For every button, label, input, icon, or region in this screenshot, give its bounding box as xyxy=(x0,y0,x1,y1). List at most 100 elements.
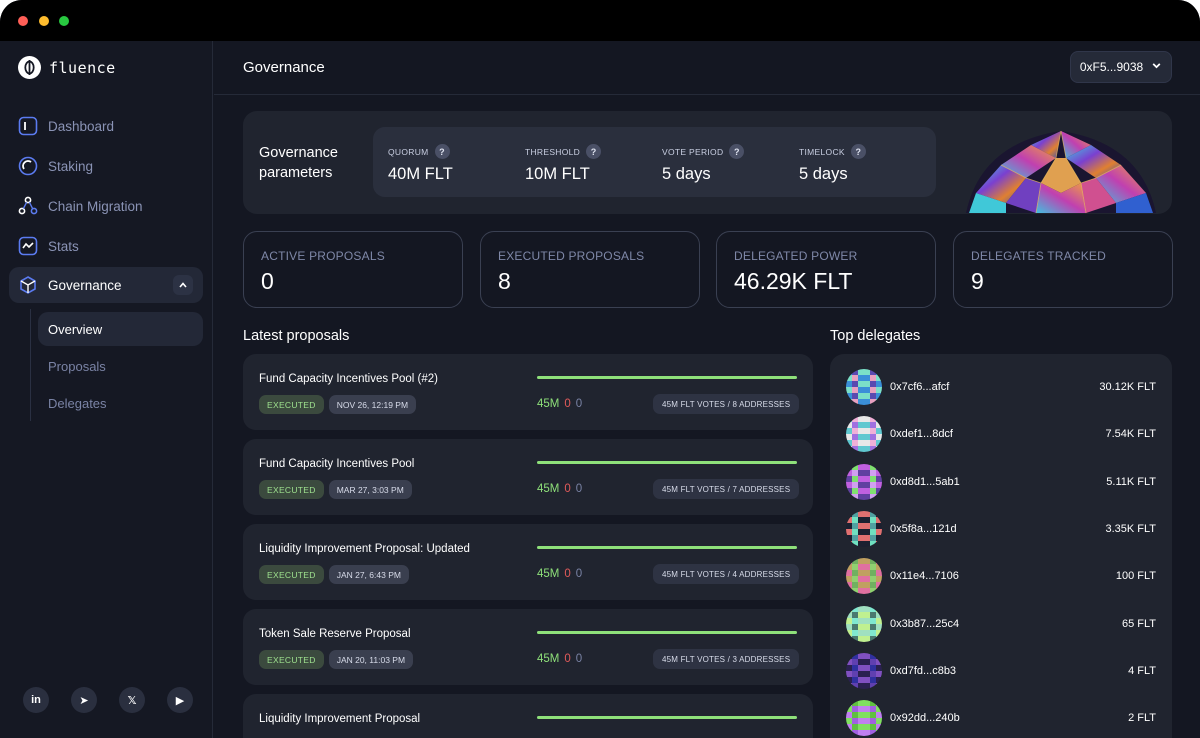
avatar xyxy=(846,369,882,405)
governance-parameters-card: Governance parameters QUORUM? 40M FLT TH… xyxy=(243,111,1172,214)
sidebar-item-label: Staking xyxy=(48,158,94,174)
youtube-icon[interactable]: ▶ xyxy=(167,687,193,713)
date-badge: MAR 27, 3:03 PM xyxy=(328,480,412,499)
proposal-card[interactable]: Token Sale Reserve Proposal EXECUTED JAN 2… xyxy=(243,609,813,685)
param-label: VOTE PERIOD xyxy=(662,146,724,157)
stat-delegates-tracked: DELEGATES TRACKED 9 xyxy=(953,231,1173,308)
param-value: 40M FLT xyxy=(388,165,453,183)
date-badge: JAN 27, 6:43 PM xyxy=(328,565,409,584)
logo[interactable]: fluence xyxy=(18,56,116,79)
minimize-window-button[interactable] xyxy=(39,16,49,26)
votes-for: 45M xyxy=(537,483,560,495)
subnav-item-delegates[interactable]: Delegates xyxy=(38,386,203,420)
proposal-card[interactable]: Fund Capacity Incentives Pool (#2) EXECUT… xyxy=(243,354,813,430)
proposal-title: Liquidity Improvement Proposal: Updated xyxy=(259,543,470,555)
chevron-up-icon[interactable] xyxy=(173,275,193,295)
title-bar xyxy=(0,0,1200,41)
votes-for: 45M xyxy=(537,568,560,580)
status-badge: EXECUTED xyxy=(259,650,324,669)
votes-for: 45M xyxy=(537,398,560,410)
delegate-amount: 30.12K FLT xyxy=(1099,381,1156,393)
avatar xyxy=(846,510,882,547)
telegram-icon[interactable]: ➤ xyxy=(71,687,97,713)
votes-abstain: 0 xyxy=(575,483,583,495)
proposal-card[interactable]: Fund Capacity Incentives Pool EXECUTED MAR… xyxy=(243,439,813,515)
help-icon[interactable]: ? xyxy=(850,144,866,159)
proposal-title: Fund Capacity Incentives Pool (#2) xyxy=(259,373,438,385)
votes-abstain: 0 xyxy=(575,568,583,580)
vote-summary: 45M FLT VOTES / 7 ADDRESSES xyxy=(653,479,800,499)
x-twitter-icon[interactable]: 𝕏 xyxy=(119,687,145,713)
governance-icon xyxy=(18,275,38,295)
delegate-address: 0x11e4...7106 xyxy=(890,570,959,583)
param-value: 5 days xyxy=(799,165,848,183)
parameters-title: Governance parameters xyxy=(259,145,338,181)
delegate-row[interactable]: 0x5f8a...121d 3.35K FLT xyxy=(846,510,1156,547)
chevron-down-icon xyxy=(1151,60,1162,74)
proposal-badges: EXECUTED NOV 26, 12:19 PM xyxy=(259,395,417,414)
delegate-row[interactable]: 0x11e4...7106 100 FLT xyxy=(846,558,1156,595)
proposal-badges: EXECUTED JAN 27, 6:43 PM xyxy=(259,565,409,584)
vote-summary: 45M FLT VOTES / 3 ADDRESSES xyxy=(653,649,800,669)
help-icon[interactable]: ? xyxy=(586,144,602,159)
stat-executed-proposals: EXECUTED PROPOSALS 8 xyxy=(480,231,700,308)
maximize-window-button[interactable] xyxy=(59,16,69,26)
votes-against: 0 xyxy=(564,483,571,495)
param-timelock: TIMELOCK? 5 days xyxy=(799,144,866,184)
linkedin-icon[interactable]: in xyxy=(23,687,49,713)
avatar xyxy=(846,605,882,642)
sidebar-item-dashboard[interactable]: Dashboard xyxy=(9,108,203,144)
delegate-row[interactable]: 0x7cf6...afcf 30.12K FLT xyxy=(846,369,1156,405)
proposal-card[interactable]: Liquidity Improvement Proposal: Updated E… xyxy=(243,524,813,600)
avatar xyxy=(846,652,882,689)
wallet-button[interactable]: 0xF5...9038 xyxy=(1070,51,1172,83)
app-window: fluence Dashboard Staking Chain Migratio… xyxy=(0,0,1200,738)
sidebar-item-chain-migration[interactable]: Chain Migration xyxy=(9,188,203,224)
subnav-item-proposals[interactable]: Proposals xyxy=(38,349,203,383)
status-badge: EXECUTED xyxy=(259,480,324,499)
date-badge: NOV 26, 12:19 PM xyxy=(328,395,417,414)
stat-value: 46.29K FLT xyxy=(734,268,853,294)
chain-migration-icon xyxy=(18,196,38,216)
help-icon[interactable]: ? xyxy=(434,144,450,159)
sidebar-item-stats[interactable]: Stats xyxy=(9,228,203,264)
param-value: 5 days xyxy=(662,165,711,183)
top-delegates-title: Top delegates xyxy=(830,328,921,344)
fluence-logo-icon xyxy=(18,56,41,79)
stat-label: EXECUTED PROPOSALS xyxy=(498,249,645,263)
vote-progress-bar xyxy=(537,546,797,549)
date-badge: JAN 20, 11:03 PM xyxy=(328,650,414,669)
vote-counts: 45M 0 0 xyxy=(537,653,582,665)
status-badge: EXECUTED xyxy=(259,395,324,414)
delegate-amount: 2 FLT xyxy=(1128,712,1156,725)
stat-label: DELEGATED POWER xyxy=(734,249,858,263)
proposal-card[interactable]: Liquidity Improvement Proposal xyxy=(243,694,813,738)
sidebar-item-staking[interactable]: Staking xyxy=(9,148,203,184)
close-window-button[interactable] xyxy=(18,16,28,26)
param-threshold: THRESHOLD? 10M FLT xyxy=(525,144,602,184)
sidebar-item-governance[interactable]: Governance xyxy=(9,267,203,303)
proposal-badges: EXECUTED JAN 20, 11:03 PM xyxy=(259,650,414,669)
avatar xyxy=(846,558,882,595)
avatar xyxy=(846,463,882,500)
delegate-row[interactable]: 0xd7fd...c8b3 4 FLT xyxy=(846,652,1156,689)
delegate-row[interactable]: 0xdef1...8dcf 7.54K FLT xyxy=(846,416,1156,453)
delegate-row[interactable]: 0xd8d1...5ab1 5.11K FLT xyxy=(846,463,1156,500)
top-bar: Governance 0xF5...9038 xyxy=(214,41,1200,95)
votes-abstain: 0 xyxy=(575,398,583,410)
delegate-address: 0xdef1...8dcf xyxy=(890,428,953,441)
votes-abstain: 0 xyxy=(575,653,583,665)
delegate-address: 0x3b87...25c4 xyxy=(890,617,960,630)
help-icon[interactable]: ? xyxy=(729,144,745,159)
delegate-row[interactable]: 0x3b87...25c4 65 FLT xyxy=(846,605,1156,642)
delegate-row[interactable]: 0x92dd...240b 2 FLT xyxy=(846,700,1156,737)
stat-label: DELEGATES TRACKED xyxy=(971,249,1106,263)
delegate-amount: 5.11K FLT xyxy=(1106,475,1156,488)
parameters-list: QUORUM? 40M FLT THRESHOLD? 10M FLT VOTE … xyxy=(373,127,936,197)
vote-summary: 45M FLT VOTES / 4 ADDRESSES xyxy=(653,564,800,584)
proposal-title: Fund Capacity Incentives Pool xyxy=(259,458,415,470)
param-value: 10M FLT xyxy=(525,165,590,183)
subnav-item-overview[interactable]: Overview xyxy=(38,312,203,346)
sidebar-item-label: Chain Migration xyxy=(48,198,143,214)
votes-for: 45M xyxy=(537,653,560,665)
